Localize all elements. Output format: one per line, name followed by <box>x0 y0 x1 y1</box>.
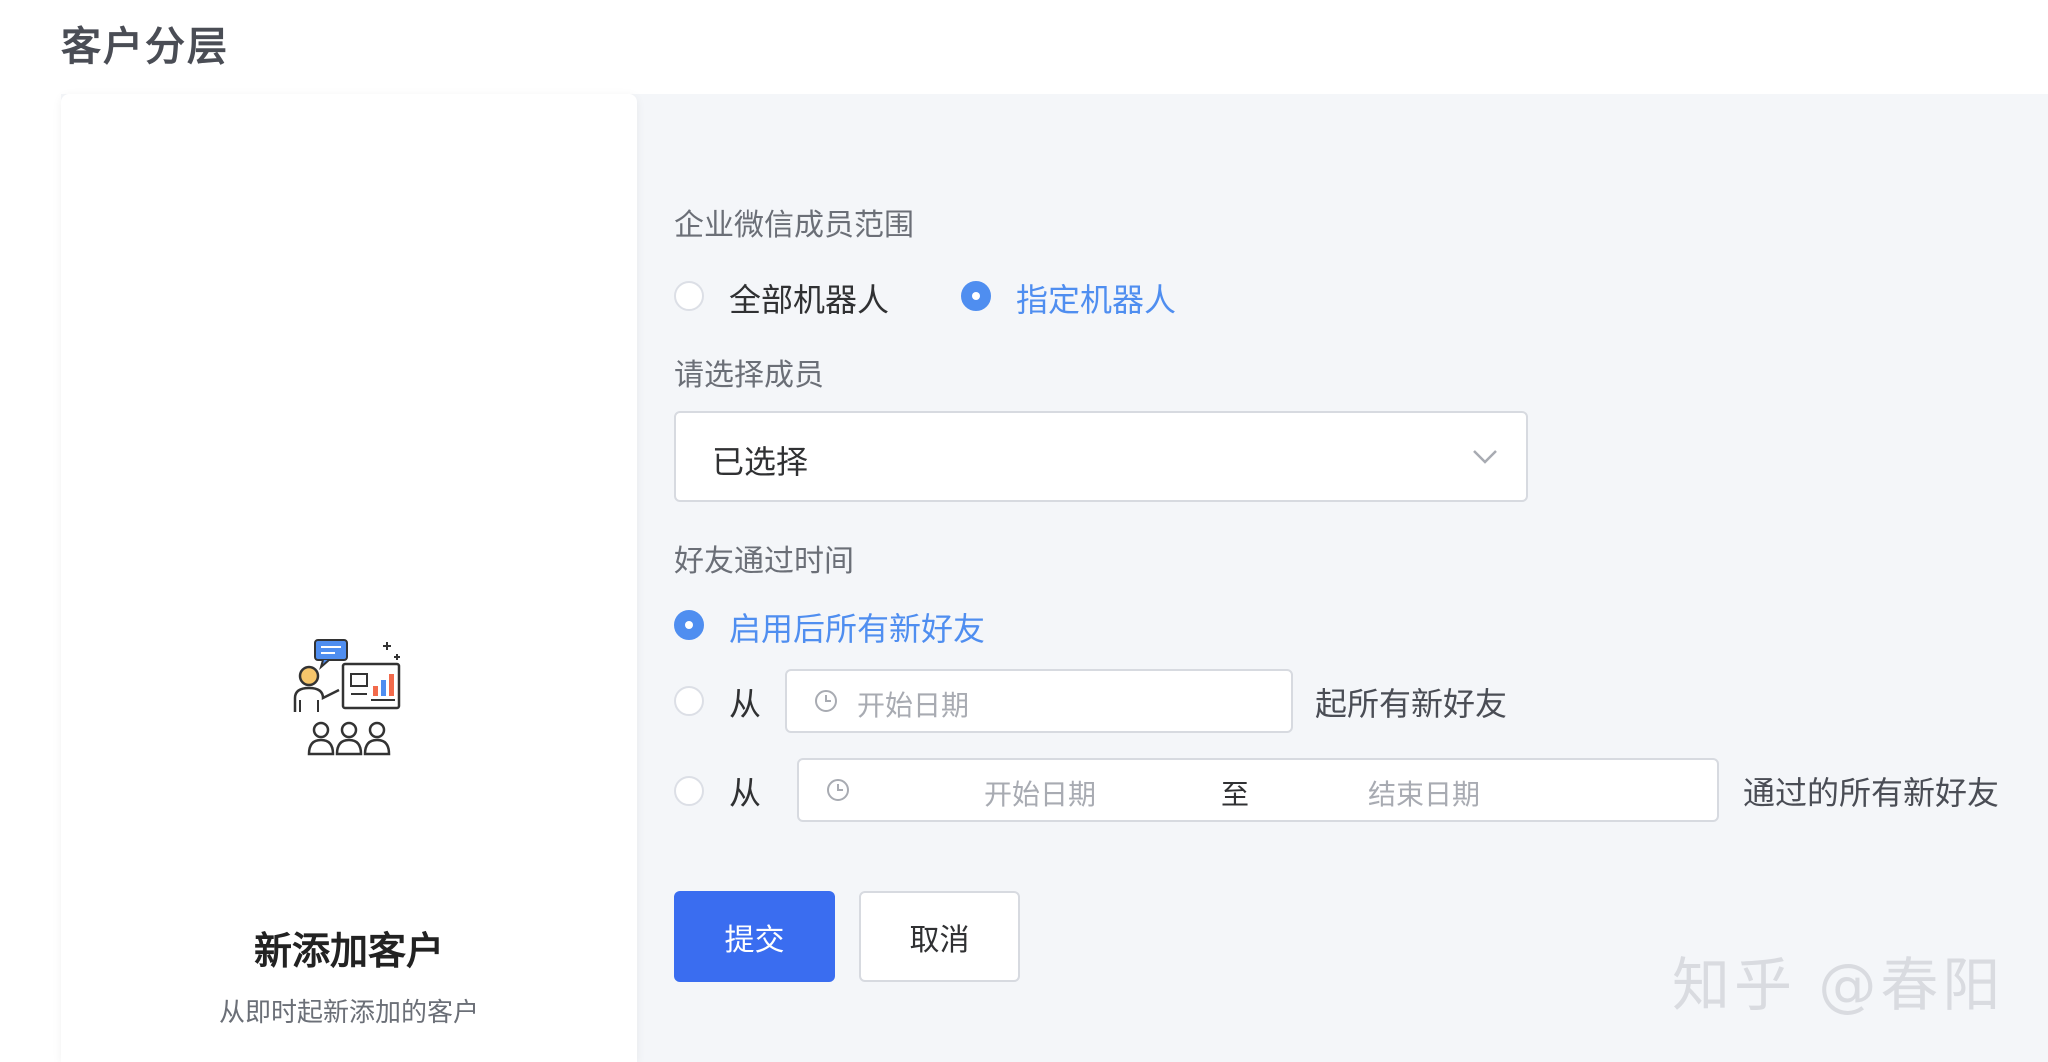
radio-from-date[interactable] <box>674 686 704 716</box>
submit-button[interactable]: 提交 <box>674 891 835 982</box>
clock-icon <box>815 690 837 712</box>
radio-date-range-prefix: 从 <box>729 774 762 812</box>
from-date-suffix: 起所有新好友 <box>1315 685 1508 723</box>
start-date-picker[interactable]: 开始日期 <box>785 669 1293 733</box>
radio-specified-robots-label[interactable]: 指定机器人 <box>1016 275 1176 321</box>
radio-all-robots[interactable] <box>674 281 704 311</box>
start-date-placeholder: 开始日期 <box>857 689 970 722</box>
card-title: 新添加客户 <box>253 929 444 973</box>
range-start-placeholder[interactable]: 开始日期 <box>984 773 1096 813</box>
friend-time-label: 好友通过时间 <box>674 544 854 579</box>
card-description: 从即时起新添加的客户 <box>218 998 479 1028</box>
radio-date-range[interactable] <box>674 776 704 806</box>
scope-label: 企业微信成员范围 <box>674 208 914 243</box>
member-select[interactable]: 已选择 <box>674 411 1528 502</box>
range-separator: 至 <box>1221 778 1250 811</box>
range-end-placeholder[interactable]: 结束日期 <box>1368 773 1480 813</box>
radio-all-robots-label[interactable]: 全部机器人 <box>729 275 889 321</box>
member-select-value: 已选择 <box>712 443 809 481</box>
radio-all-after-enable[interactable] <box>674 610 704 640</box>
date-range-picker[interactable]: 开始日期 至 结束日期 <box>797 758 1719 822</box>
cancel-button[interactable]: 取消 <box>859 891 1020 982</box>
radio-all-after-enable-label[interactable]: 启用后所有新好友 <box>729 604 985 650</box>
clock-icon <box>827 779 849 801</box>
layer-card-new-customer[interactable]: 新添加客户 从即时起新添加的客户 <box>61 94 637 1062</box>
radio-specified-robots[interactable] <box>961 281 991 311</box>
date-range-suffix: 通过的所有新好友 <box>1743 774 2000 812</box>
watermark: 知乎 @春阳 <box>1672 951 2005 1019</box>
page-title: 客户分层 <box>61 24 229 70</box>
member-label: 请选择成员 <box>674 358 824 393</box>
chevron-down-icon <box>1473 450 1497 464</box>
radio-from-date-prefix: 从 <box>729 685 762 723</box>
page-root: 客户分层 新添加客户 从即时起新添加的客户 企业微信成员范围 全部机器人 指定机… <box>0 0 2048 1062</box>
presentation-audience-icon <box>293 639 401 756</box>
